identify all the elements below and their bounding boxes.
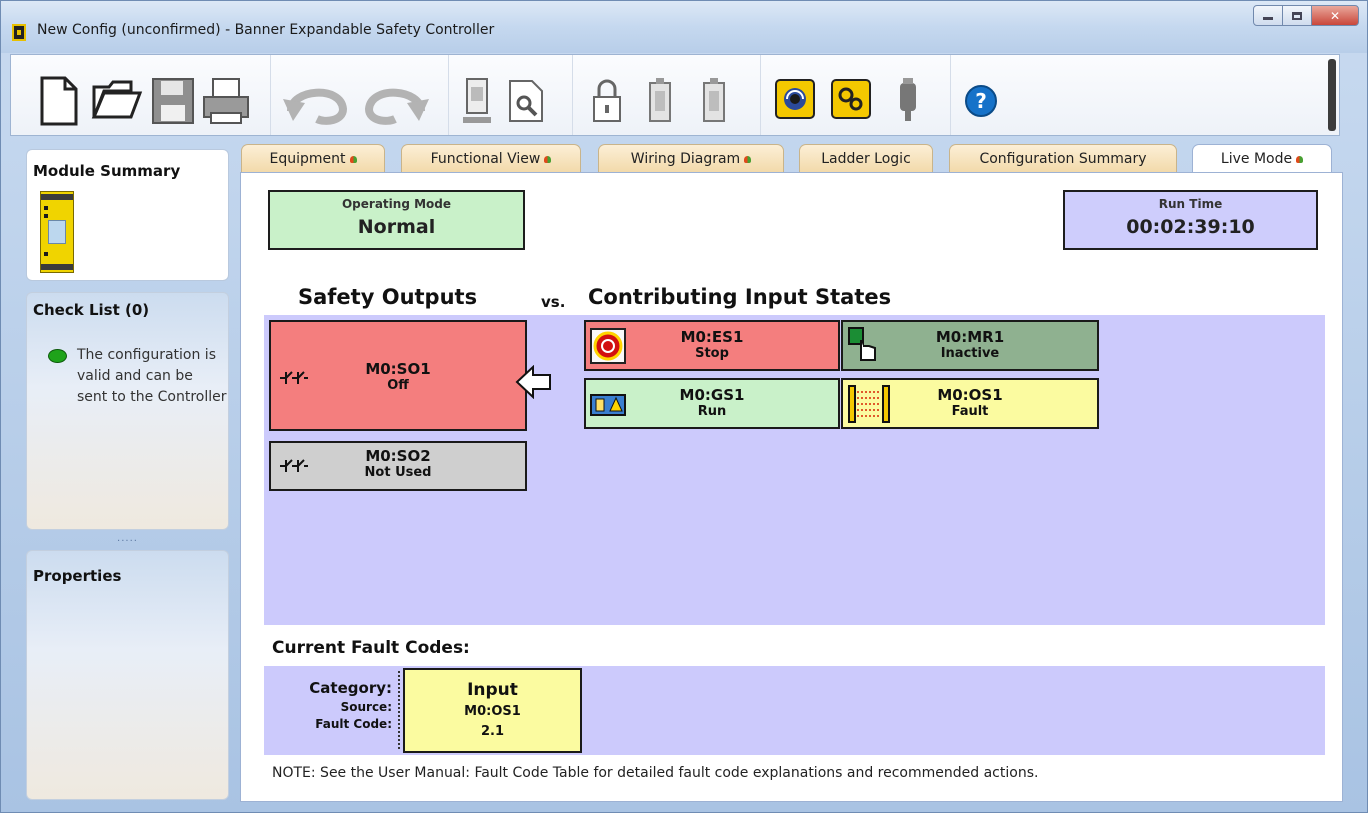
fault-category: Input xyxy=(467,680,518,700)
input-tile[interactable]: M0:ES1 Stop xyxy=(584,320,840,371)
fault-code-label: Fault Code: xyxy=(315,717,392,731)
upload-device-icon[interactable] xyxy=(647,77,673,125)
safety-output-tile[interactable]: M0:SO1 Off xyxy=(269,320,527,431)
fault-codes-heading: Current Fault Codes: xyxy=(272,638,470,658)
input-tile[interactable]: M0:MR1 Inactive xyxy=(841,320,1099,371)
minimize-icon xyxy=(1263,17,1273,20)
manual-reset-icon xyxy=(848,327,876,361)
tab-label: Wiring Diagram xyxy=(630,151,741,167)
check-list-panel: Check List (0) The configuration is vali… xyxy=(26,292,229,530)
close-icon: ✕ xyxy=(1329,8,1341,23)
output-contact-icon xyxy=(280,459,308,472)
new-file-icon[interactable] xyxy=(39,75,79,127)
tab-configuration-summary[interactable]: Configuration Summary xyxy=(949,144,1177,173)
simulation-icon[interactable] xyxy=(831,79,871,119)
input-tile[interactable]: M0:OS1 Fault xyxy=(841,378,1099,429)
input-id: M0:MR1 xyxy=(935,328,1005,346)
input-tile[interactable]: M0:GS1 Run xyxy=(584,378,840,429)
run-time-label: Run Time xyxy=(1158,197,1223,211)
tab-label: Live Mode xyxy=(1220,151,1293,167)
check-list-title: Check List (0) xyxy=(33,301,150,319)
fault-code-box[interactable]: Input M0:OS1 2.1 xyxy=(403,668,582,753)
output-state: Off xyxy=(387,378,409,393)
fault-code: 2.1 xyxy=(480,724,505,739)
output-id: M0:SO1 xyxy=(365,360,431,378)
warning-icon xyxy=(1296,156,1304,163)
module-summary-title: Module Summary xyxy=(33,162,181,180)
safety-outputs-heading: Safety Outputs xyxy=(298,285,478,309)
fault-source: M0:OS1 xyxy=(464,704,521,719)
tab-label: Functional View xyxy=(430,151,541,167)
output-id: M0:SO2 xyxy=(365,447,431,465)
output-state: Not Used xyxy=(364,465,432,480)
fault-labels: Category: Source: Fault Code: xyxy=(272,679,392,731)
panel-splitter[interactable]: ..... xyxy=(26,534,229,547)
vs-label: vs. xyxy=(541,293,566,311)
run-time-box: Run Time 00:02:39:10 xyxy=(1063,190,1318,250)
open-folder-icon[interactable] xyxy=(91,79,143,121)
help-label: ? xyxy=(975,89,987,113)
tab-equipment[interactable]: Equipment xyxy=(241,144,385,173)
category-label: Category: xyxy=(309,679,392,697)
tab-label: Equipment xyxy=(269,151,346,167)
minimize-button[interactable] xyxy=(1253,5,1283,26)
operating-mode-label: Operating Mode xyxy=(341,197,452,211)
safety-output-tile[interactable]: M0:SO2 Not Used xyxy=(269,441,527,491)
input-state: Inactive xyxy=(940,346,1000,361)
download-device-icon[interactable] xyxy=(701,77,727,125)
emergency-stop-icon xyxy=(590,328,626,364)
live-mode-content: Operating Mode Normal Run Time 00:02:39:… xyxy=(240,172,1343,802)
module-icon[interactable] xyxy=(463,77,491,125)
run-time-value: 00:02:39:10 xyxy=(1126,216,1255,238)
usb-icon[interactable] xyxy=(897,77,919,125)
title-bar: New Config (unconfirmed) - Banner Expand… xyxy=(1,1,1367,53)
optical-sensor-icon xyxy=(848,385,890,423)
save-icon[interactable] xyxy=(151,77,195,125)
module-summary-panel: Module Summary xyxy=(26,149,229,281)
tab-functional-view[interactable]: Functional View xyxy=(401,144,581,173)
app-icon xyxy=(12,24,26,41)
print-icon[interactable] xyxy=(201,77,251,125)
maximize-button[interactable] xyxy=(1282,5,1312,26)
live-mode-icon[interactable] xyxy=(775,79,815,119)
properties-title: Properties xyxy=(33,567,122,585)
tab-live-mode[interactable]: Live Mode xyxy=(1192,144,1332,175)
lock-icon[interactable] xyxy=(591,77,623,125)
check-list-message: The configuration is valid and can be se… xyxy=(77,347,227,405)
tab-ladder-logic[interactable]: Ladder Logic xyxy=(799,144,933,173)
app-window: New Config (unconfirmed) - Banner Expand… xyxy=(0,0,1368,813)
warning-icon xyxy=(349,156,357,163)
help-icon[interactable]: ? xyxy=(965,85,997,117)
tab-wiring-diagram[interactable]: Wiring Diagram xyxy=(598,144,784,173)
fault-note: NOTE: See the User Manual: Fault Code Ta… xyxy=(272,765,1039,781)
warning-icon xyxy=(744,156,752,163)
redo-icon[interactable] xyxy=(361,81,431,125)
warning-icon xyxy=(544,156,552,163)
gate-switch-icon xyxy=(590,394,626,416)
fault-separator xyxy=(398,671,401,749)
tab-label: Ladder Logic xyxy=(821,151,911,167)
contributing-inputs-heading: Contributing Input States xyxy=(588,285,892,309)
toolbar-scrollbar[interactable] xyxy=(1328,59,1336,131)
source-label: Source: xyxy=(340,700,392,714)
properties-panel: Properties xyxy=(26,550,229,800)
left-arrow-icon xyxy=(515,365,551,399)
operating-mode-value: Normal xyxy=(357,216,436,238)
window-title: New Config (unconfirmed) - Banner Expand… xyxy=(37,22,495,38)
toolbar: ? xyxy=(10,54,1340,136)
controller-module-image[interactable] xyxy=(40,191,74,273)
search-document-icon[interactable] xyxy=(508,79,544,123)
maximize-icon xyxy=(1292,11,1302,20)
left-panel: Module Summary Check List (0) The config… xyxy=(26,144,229,802)
valid-status-icon xyxy=(48,349,67,363)
tab-label: Configuration Summary xyxy=(979,151,1147,167)
output-contact-icon xyxy=(280,371,308,384)
operating-mode-box: Operating Mode Normal xyxy=(268,190,525,250)
undo-icon[interactable] xyxy=(281,81,351,125)
close-button[interactable]: ✕ xyxy=(1311,5,1359,26)
